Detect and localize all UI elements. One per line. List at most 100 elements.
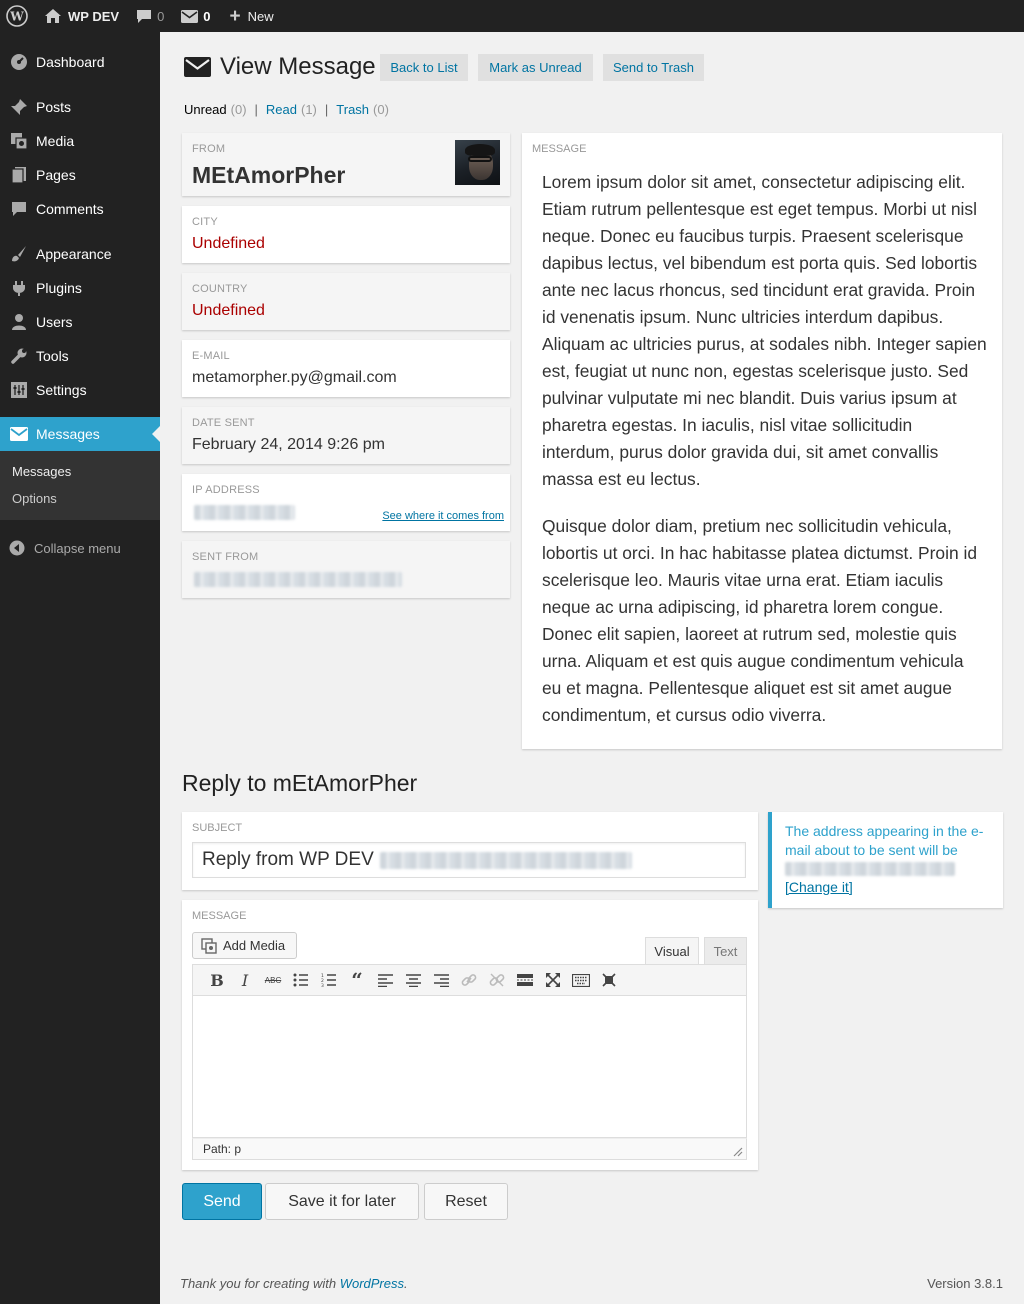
filter-label: Trash [336,102,370,117]
submenu-item-messages[interactable]: Messages [12,464,71,479]
comment-icon [137,9,152,23]
sidebar-item-comments[interactable]: Comments [0,192,160,226]
tab-visual[interactable]: Visual [645,937,699,964]
site-name-link[interactable]: WP DEV [37,0,126,32]
page-heading: View Message [220,53,376,80]
ip-lookup-link[interactable]: See where it comes from [382,510,504,522]
strikethrough-icon[interactable]: ABC [259,966,287,994]
bullet-list-icon[interactable] [287,966,315,994]
wrench-icon [0,347,36,365]
sidebar-item-pages[interactable]: Pages [0,158,160,192]
new-label: New [247,8,274,24]
distraction-free-icon[interactable] [595,966,623,994]
messages-submenu [0,451,160,520]
email-box: E-MAIL metamorpher.py@gmail.com [182,340,510,397]
subject-redacted [379,851,632,869]
media-icon [201,937,217,954]
country-value: Undefined [192,302,265,319]
send-button[interactable]: Send [182,1183,262,1220]
sidebar-item-label: Users [36,314,73,330]
align-left-icon[interactable] [371,966,399,994]
resize-handle-icon[interactable] [733,1147,743,1157]
wordpress-link[interactable]: WordPress [340,1276,404,1291]
wordpress-logo[interactable]: W [0,0,37,32]
comment-icon [0,200,36,218]
sidebar-item-posts[interactable]: Posts [0,90,160,124]
date-sent-box: DATE SENT February 24, 2014 9:26 pm [182,407,510,464]
page-title: View Message [184,51,376,83]
sidebar-item-label: Comments [36,201,104,217]
status-filter-links: Unread (0) | Read (1) | Trash (0) [184,102,389,117]
mark-as-unread-button[interactable]: Mark as Unread [478,54,593,81]
email-value: metamorpher.py@gmail.com [192,369,397,386]
unlink-icon[interactable] [483,966,511,994]
notice-text: The address appearing in the e-mail abou… [785,822,1000,860]
blockquote-icon[interactable]: “ [343,966,371,994]
messages-link[interactable]: 0 [171,0,217,32]
sidebar-item-label: Tools [36,348,69,364]
sidebar-item-media[interactable]: Media [0,124,160,158]
tab-text[interactable]: Text [704,937,747,964]
sidebar-item-users[interactable]: Users [0,305,160,339]
editor-path: Path: p [203,1142,242,1156]
footer-thanks: Thank you for creating with [180,1276,340,1291]
link-icon[interactable] [455,966,483,994]
filter-label: Unread [184,102,227,117]
filter-read[interactable]: Read (1) [266,102,317,117]
settings-icon [0,381,36,399]
dashboard-icon [0,53,36,71]
numbered-list-icon[interactable]: 123 [315,966,343,994]
date-sent-label: DATE SENT [192,417,255,429]
sent-from-box: SENT FROM [182,541,510,598]
sidebar-item-plugins[interactable]: Plugins [0,271,160,305]
sidebar-item-messages[interactable]: Messages [0,417,160,451]
avatar [455,140,500,185]
wordpress-icon: W [6,5,28,27]
sidebar-item-label: Posts [36,99,72,115]
keyboard-icon[interactable] [567,966,595,994]
envelope-icon [184,57,211,77]
envelope-icon [181,9,199,23]
align-center-icon[interactable] [399,966,427,994]
filter-separator: | [324,102,329,117]
footer-version: Version 3.8.1 [927,1276,1003,1291]
filter-trash[interactable]: Trash (0) [336,102,389,117]
align-right-icon[interactable] [427,966,455,994]
bold-icon[interactable]: B [203,966,231,994]
sidebar-item-label: Pages [36,167,76,183]
send-to-trash-button[interactable]: Send to Trash [603,54,704,81]
fullscreen-icon[interactable] [539,966,567,994]
sidebar-item-settings[interactable]: Settings [0,373,160,407]
save-for-later-button[interactable]: Save it for later [265,1183,419,1220]
subject-input[interactable]: Reply from WP DEV [192,842,746,878]
new-content-link[interactable]: + New [218,0,281,32]
ip-address-label: IP ADDRESS [192,484,260,496]
sidebar-item-appearance[interactable]: Appearance [0,237,160,271]
reset-button[interactable]: Reset [424,1183,508,1220]
sidebar-item-dashboard[interactable]: Dashboard [0,45,160,79]
sender-name: MEtAmorPher [192,162,346,188]
comments-link[interactable]: 0 [126,0,171,32]
editor-toolbar: B I ABC 123 “ [192,964,747,996]
sidebar-item-label: Appearance [36,246,112,262]
email-label: E-MAIL [192,350,230,362]
envelope-icon [0,427,36,441]
collapse-menu-label: Collapse menu [34,540,121,556]
submenu-item-options[interactable]: Options [12,491,57,506]
collapse-menu-button[interactable]: Collapse menu [0,534,160,562]
filter-unread[interactable]: Unread (0) [184,102,247,117]
ip-address-box: IP ADDRESS See where it comes from [182,474,510,531]
italic-icon[interactable]: I [231,966,259,994]
sidebar-item-tools[interactable]: Tools [0,339,160,373]
change-address-link[interactable]: [Change it] [785,879,853,895]
admin-bar: W WP DEV 0 0 + New [0,0,1024,32]
add-media-button[interactable]: Add Media [192,932,297,959]
subject-label: SUBJECT [192,822,243,834]
filter-count: (0) [230,102,247,117]
site-name: WP DEV [68,8,120,24]
collapse-arrow-icon [0,540,34,556]
more-tag-icon[interactable] [511,966,539,994]
city-label: CITY [192,216,218,228]
back-to-list-button[interactable]: Back to List [380,54,468,81]
message-editor-textarea[interactable] [192,996,747,1138]
